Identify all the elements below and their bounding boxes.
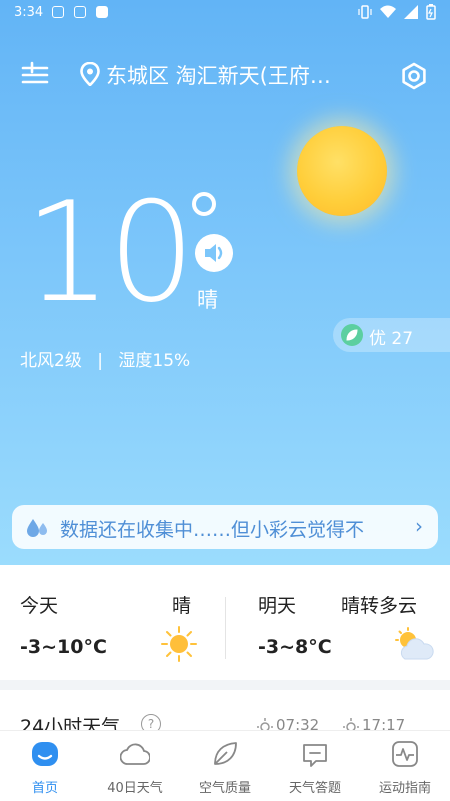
vibrate-icon — [358, 5, 372, 19]
activity-icon — [392, 741, 418, 767]
humidity-text: 湿度15% — [118, 351, 191, 371]
chevron-right-icon: › — [415, 514, 423, 538]
forecast-notice-banner[interactable]: 数据还在收集中……但小彩云觉得不 › — [12, 505, 438, 549]
nav-home[interactable]: 首页 — [0, 731, 90, 801]
a-notification-icon — [74, 6, 86, 18]
top-bar: 东城区 淘汇新天(王府… — [0, 50, 450, 100]
menu-button[interactable] — [20, 60, 52, 90]
partly-cloudy-icon — [395, 627, 434, 660]
home-icon — [32, 742, 58, 766]
settings-icon — [402, 62, 426, 90]
current-condition: 晴 — [197, 288, 218, 312]
weather-hero: 3:34 东城区 淘汇新天(王府… 10 晴 优 27 北风2级 | 湿度15%… — [0, 0, 450, 565]
nav-label: 首页 — [31, 781, 58, 796]
tomorrow-temp-range: -3~8°C — [258, 636, 332, 658]
status-bar: 3:34 — [0, 0, 450, 26]
app-notification-icon — [96, 6, 108, 18]
nav-label: 40日天气 — [107, 781, 163, 796]
bottom-navigation: 首页 40日天气 空气质量 天气答题 运动指南 — [0, 730, 450, 801]
nav-air-quality[interactable]: 空气质量 — [180, 731, 270, 801]
menu-icon — [21, 61, 49, 84]
today-temp-range: -3~10°C — [20, 636, 107, 658]
raindrops-icon — [27, 519, 47, 537]
voice-broadcast-button[interactable] — [195, 234, 233, 272]
cloud-icon — [120, 743, 150, 765]
wind-humidity: 北风2级 | 湿度15% — [20, 346, 190, 371]
nav-quiz[interactable]: 天气答题 — [270, 731, 360, 801]
settings-button[interactable] — [398, 60, 430, 92]
nav-label: 空气质量 — [198, 781, 251, 796]
leaf-icon — [214, 742, 237, 765]
daily-forecast-card: 今天 晴 -3~10°C 明天 晴转多云 -3~8°C — [0, 565, 450, 680]
sun-illustration — [297, 126, 387, 216]
today-condition: 晴 — [172, 595, 192, 617]
nav-label: 运动指南 — [378, 781, 431, 796]
nav-sports[interactable]: 运动指南 — [360, 731, 450, 801]
shield-notification-icon — [52, 6, 64, 18]
current-temperature: 10 — [24, 172, 196, 333]
nav-label: 天气答题 — [288, 781, 341, 796]
wind-text: 北风2级 — [20, 351, 82, 371]
speaker-icon — [205, 244, 223, 262]
nav-40-day[interactable]: 40日天气 — [90, 731, 180, 801]
location-pin-icon — [80, 62, 100, 86]
aqi-badge[interactable]: 优 27 — [333, 318, 450, 352]
location-label[interactable]: 东城区 淘汇新天(王府… — [106, 60, 376, 90]
signal-icon — [404, 5, 418, 19]
aqi-text: 优 27 — [369, 329, 414, 349]
forecast-divider — [225, 597, 226, 659]
divider: | — [97, 351, 103, 371]
notice-text: 数据还在收集中……但小彩云觉得不 — [60, 519, 365, 541]
tomorrow-label: 明天 — [258, 595, 297, 617]
today-label: 今天 — [20, 595, 59, 617]
chat-bubble-icon — [303, 744, 327, 767]
degree-symbol — [192, 192, 216, 216]
status-time: 3:34 — [14, 5, 44, 20]
leaf-icon — [341, 324, 363, 346]
tomorrow-condition: 晴转多云 — [341, 595, 418, 617]
sun-icon — [161, 626, 197, 662]
battery-icon — [426, 4, 436, 20]
wifi-icon — [380, 5, 396, 18]
